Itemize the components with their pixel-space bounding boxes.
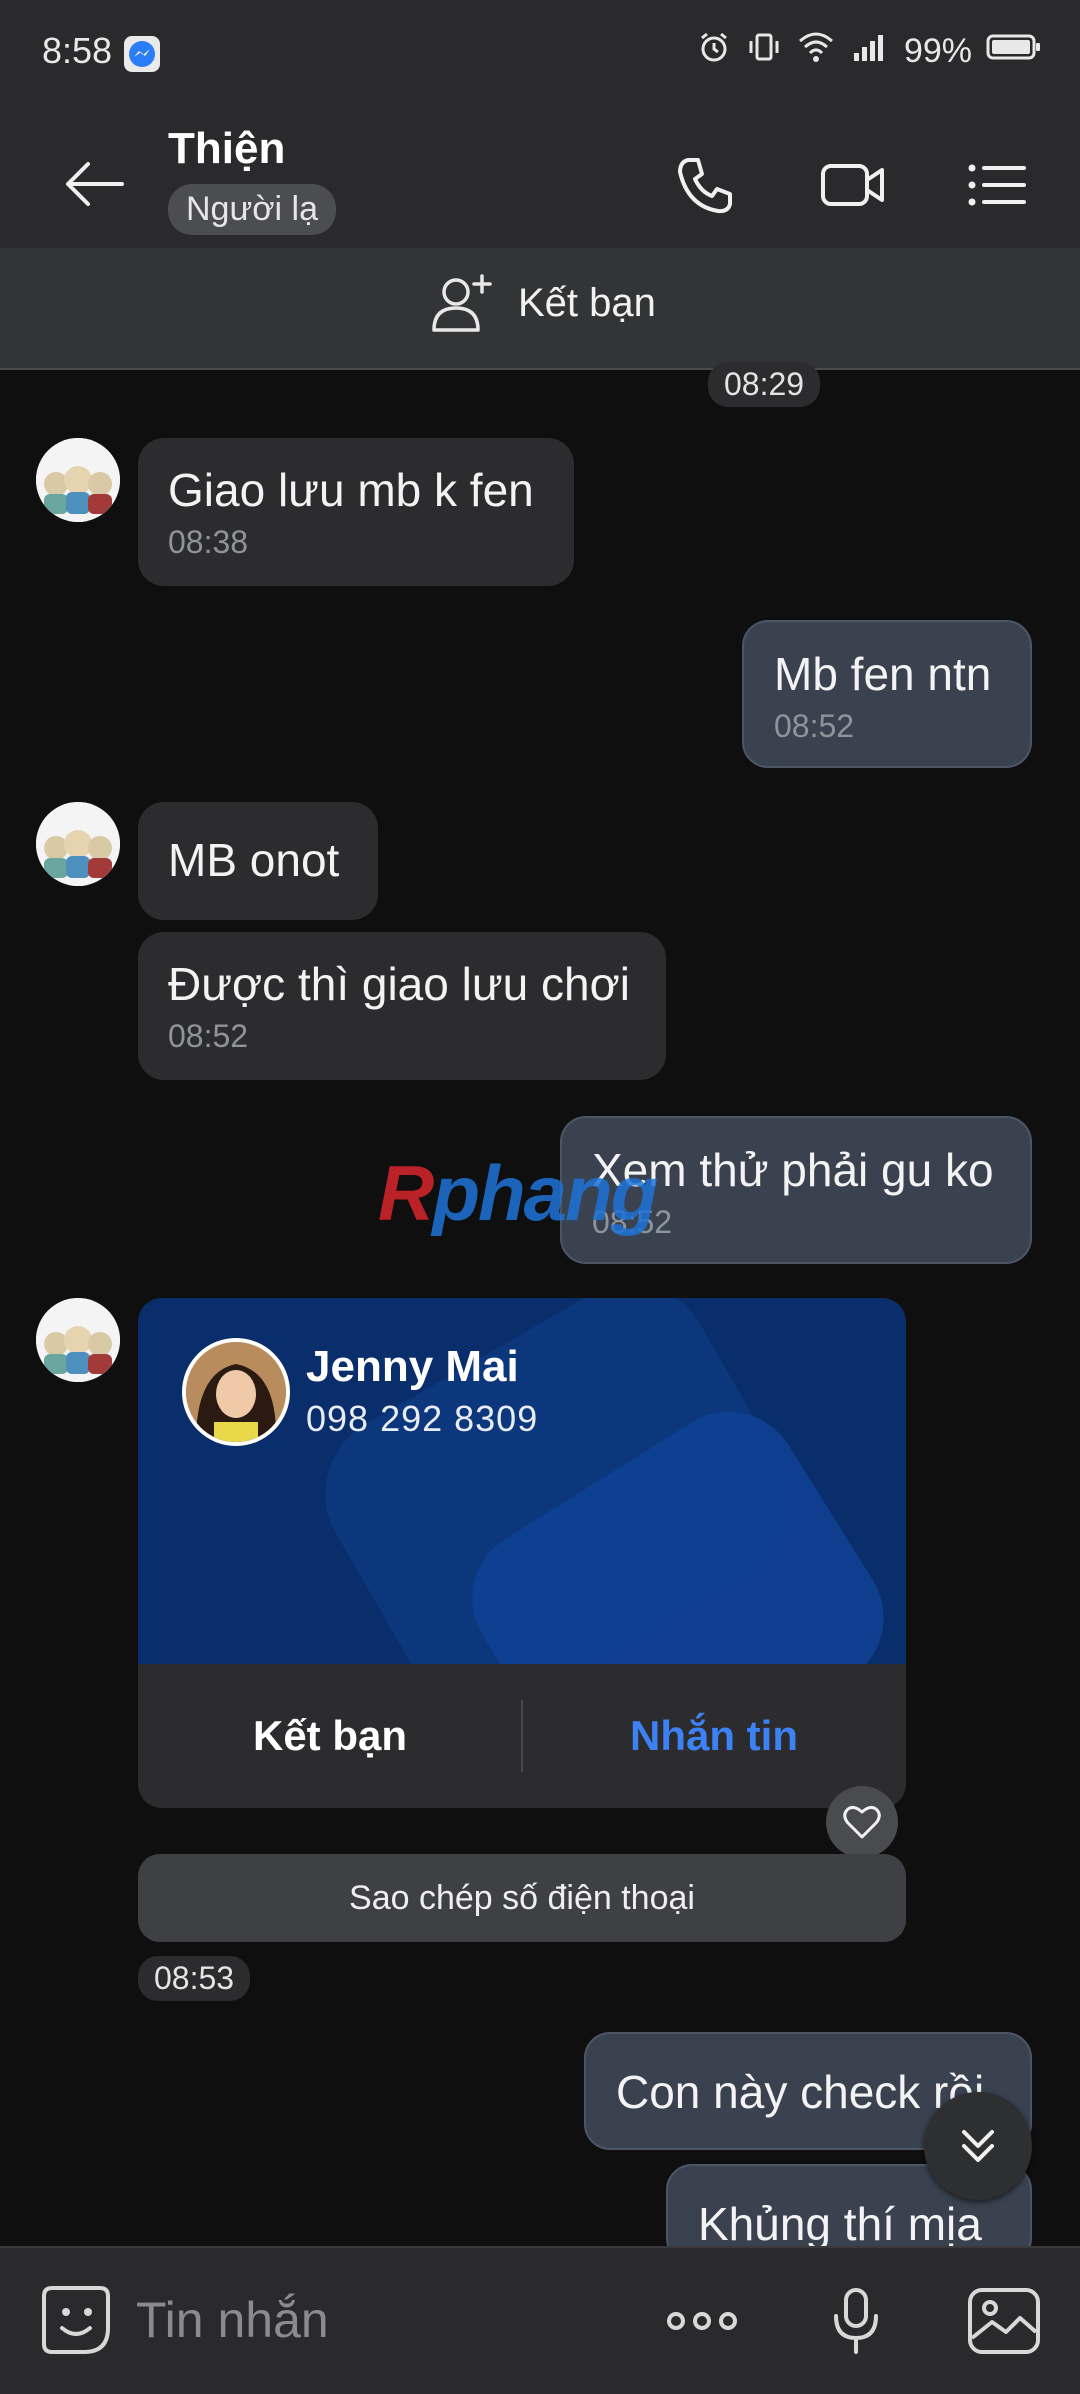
- image-icon: [968, 2288, 1040, 2354]
- sticker-icon: [42, 2286, 110, 2354]
- status-time: 8:58: [42, 30, 113, 71]
- message-input[interactable]: Tin nhắn: [136, 2284, 596, 2356]
- battery-percent: 99%: [903, 31, 972, 70]
- add-friend-label: Kết bạn: [518, 280, 656, 325]
- list-menu-icon: [968, 164, 1026, 206]
- battery-icon: [986, 32, 1042, 71]
- contact-photo: [186, 1342, 286, 1442]
- contact-card-phone: 098 292 8309: [306, 1398, 539, 1439]
- contact-card-name: Jenny Mai: [306, 1342, 519, 1391]
- message-time: 08:38: [168, 524, 249, 560]
- contact-card[interactable]: Jenny Mai 098 292 8309 Kết bạn Nhắn tin: [138, 1298, 906, 1808]
- message-text: Được thì giao lưu chơi: [168, 958, 630, 1010]
- emoji-button[interactable]: [38, 2282, 114, 2358]
- contact-card-avatar[interactable]: [182, 1338, 290, 1446]
- avatar[interactable]: [36, 802, 120, 886]
- contact-card-header[interactable]: Jenny Mai 098 292 8309: [138, 1298, 906, 1664]
- message-bubble[interactable]: Mb fen ntn 08:52: [742, 620, 1032, 768]
- message-text: MB onot: [168, 834, 340, 886]
- message-text: Mb fen ntn: [774, 648, 992, 700]
- status-bar: 8:58 99%: [0, 0, 1080, 110]
- avatar-image: [36, 802, 120, 886]
- message-text: Giao lưu mb k fen: [168, 464, 534, 516]
- wifi-icon: [796, 29, 836, 74]
- status-indicators: 99%: [696, 26, 1042, 76]
- gallery-button[interactable]: [966, 2286, 1042, 2356]
- card-message-button[interactable]: Nhắn tin: [522, 1664, 906, 1808]
- back-button[interactable]: [60, 154, 130, 214]
- message-bubble[interactable]: MB onot: [138, 802, 378, 920]
- video-call-button[interactable]: [818, 150, 888, 220]
- chat-header: Thiện Người lạ: [0, 110, 1080, 248]
- message-time: 08:52: [168, 1018, 249, 1054]
- chat-options-button[interactable]: [962, 150, 1032, 220]
- voice-record-button[interactable]: [818, 2286, 894, 2356]
- more-dots-icon: [667, 2312, 737, 2330]
- time-chip: 08:53: [138, 1956, 251, 2001]
- arrow-left-icon: [66, 162, 124, 206]
- add-user-icon: [432, 274, 492, 332]
- messenger-notification-icon: [124, 36, 160, 72]
- add-friend-bar[interactable]: Kết bạn: [0, 248, 1080, 370]
- message-bubble[interactable]: Được thì giao lưu chơi 08:52: [138, 932, 666, 1080]
- phone-icon: [678, 158, 732, 214]
- message-text: Khủng thí mịa: [698, 2198, 982, 2250]
- signal-icon: [850, 29, 890, 74]
- stranger-badge: Người lạ: [168, 184, 336, 235]
- scroll-to-bottom-button[interactable]: [924, 2092, 1032, 2200]
- avatar[interactable]: [36, 1298, 120, 1382]
- call-button[interactable]: [670, 150, 740, 220]
- message-input-bar: Tin nhắn: [0, 2246, 1080, 2394]
- react-heart-button[interactable]: [826, 1786, 898, 1858]
- video-camera-icon: [821, 164, 884, 206]
- microphone-icon: [834, 2288, 878, 2354]
- copy-phone-button[interactable]: Sao chép số điện thoại: [138, 1854, 906, 1942]
- alarm-icon: [696, 29, 732, 74]
- message-bubble[interactable]: Giao lưu mb k fen 08:38: [138, 438, 574, 586]
- time-chip: 08:29: [708, 362, 821, 407]
- vibrate-icon: [746, 29, 782, 74]
- double-chevron-down-icon: [962, 2130, 994, 2162]
- card-add-friend-button[interactable]: Kết bạn: [138, 1664, 522, 1808]
- message-time: 08:52: [774, 708, 855, 744]
- more-options-button[interactable]: [664, 2286, 740, 2356]
- avatar-image: [36, 438, 120, 522]
- avatar-image: [36, 1298, 120, 1382]
- heart-icon: [843, 1805, 881, 1839]
- avatar[interactable]: [36, 438, 120, 522]
- contact-card-actions: Kết bạn Nhắn tin: [138, 1664, 906, 1808]
- contact-name[interactable]: Thiện: [168, 124, 285, 174]
- watermark-logo: Rphang: [378, 1149, 658, 1237]
